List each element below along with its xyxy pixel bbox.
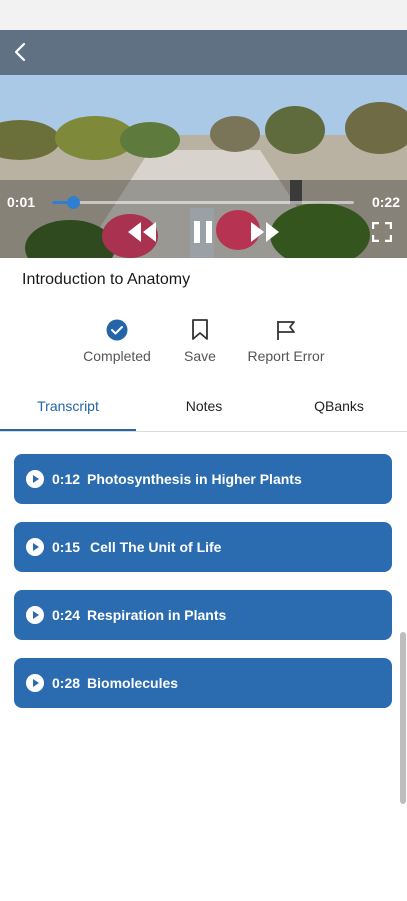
report-error-button[interactable]: Report Error: [231, 318, 341, 364]
play-icon: [26, 674, 44, 692]
report-error-label: Report Error: [247, 348, 325, 364]
pause-icon[interactable]: [192, 219, 214, 245]
check-circle-icon: [106, 319, 128, 341]
status-bar: [0, 0, 407, 30]
fullscreen-icon[interactable]: [372, 222, 392, 242]
transcript-item[interactable]: 0:12 Photosynthesis in Higher Plants: [14, 454, 392, 504]
play-icon: [26, 538, 44, 556]
transcript-time: 0:24: [52, 607, 81, 623]
transcript-text: Cell The Unit of Life: [90, 539, 222, 555]
transcript-time: 0:15: [52, 539, 81, 555]
tab-transcript[interactable]: Transcript: [0, 388, 136, 431]
transcript-time: 0:28: [52, 675, 81, 691]
transcript-text: Biomolecules: [87, 675, 179, 691]
transcript-item[interactable]: 0:28 Biomolecules: [14, 658, 392, 708]
flag-icon: [277, 321, 295, 340]
total-time: 0:22: [371, 194, 400, 210]
tab-qbanks[interactable]: QBanks: [271, 388, 407, 429]
scrollbar[interactable]: [400, 632, 406, 804]
video-top-bar: [0, 30, 407, 75]
transcript-item[interactable]: 0:24 Respiration in Plants: [14, 590, 392, 640]
video-player[interactable]: 0:01 0:22: [0, 30, 407, 258]
current-time: 0:01: [7, 194, 36, 210]
transcript-text: Respiration in Plants: [87, 607, 227, 623]
lesson-title: Introduction to Anatomy: [22, 271, 191, 288]
transcript-text: Photosynthesis in Higher Plants: [87, 471, 302, 487]
seek-bar[interactable]: [52, 196, 354, 209]
bookmark-icon: [192, 319, 208, 340]
tab-notes[interactable]: Notes: [136, 388, 272, 429]
fast-forward-icon[interactable]: [249, 220, 281, 244]
transcript-time: 0:12: [52, 471, 81, 487]
play-icon: [26, 606, 44, 624]
rewind-icon[interactable]: [126, 220, 158, 244]
back-arrow-icon[interactable]: [6, 38, 34, 66]
tab-bar: Transcript Notes QBanks: [0, 388, 407, 432]
transcript-item[interactable]: 0:15 Cell The Unit of Life: [14, 522, 392, 572]
play-icon: [26, 470, 44, 488]
